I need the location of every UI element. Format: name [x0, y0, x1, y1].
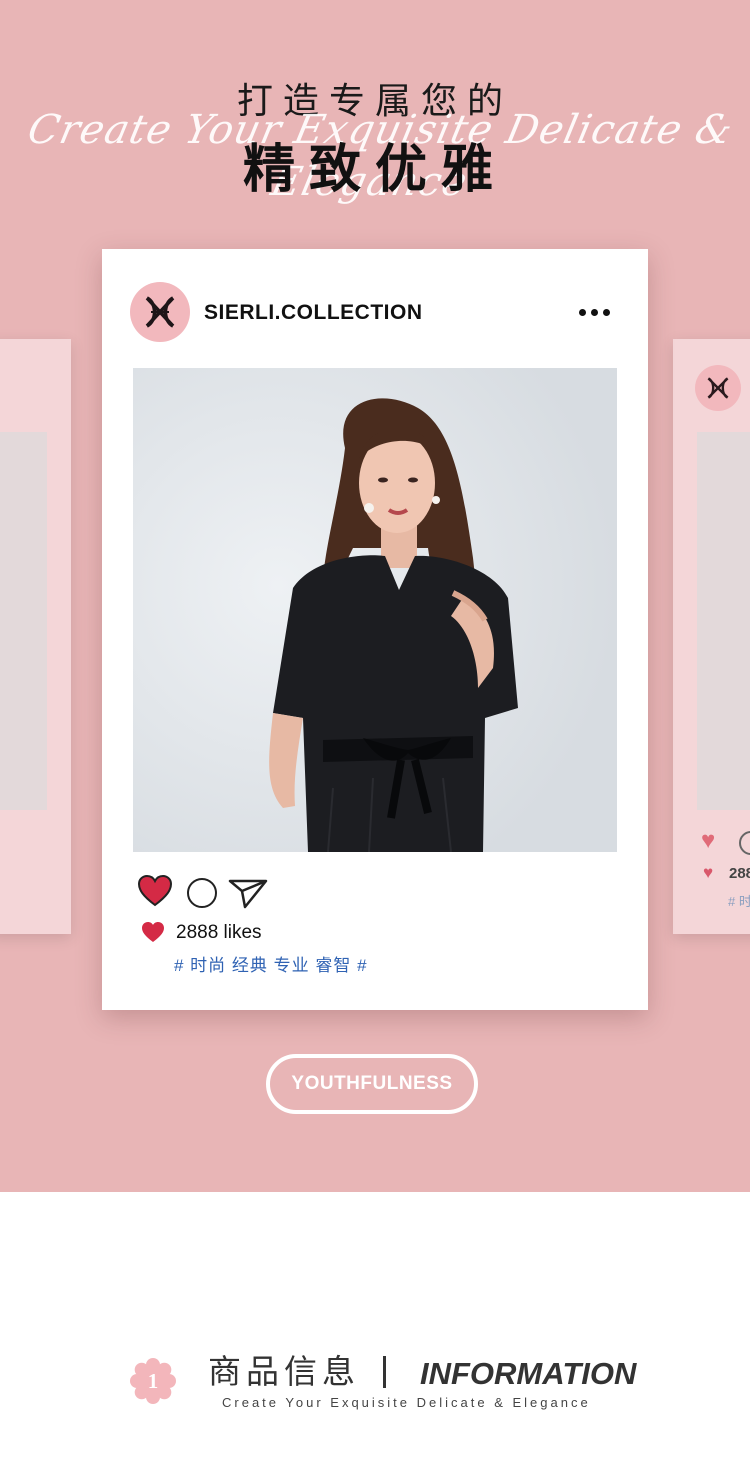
likes-heart-icon [142, 922, 164, 942]
comment-icon[interactable] [187, 878, 217, 908]
post-card: SIERLI.COLLECTION 2888 likes # 时尚 经典 专业 … [102, 249, 648, 1010]
ghost-photo-placeholder [0, 432, 47, 810]
model-photo-illustration [133, 368, 617, 852]
ghost-likes-count: 288 [729, 865, 750, 882]
like-heart-icon[interactable] [137, 874, 173, 908]
ghost-heart-icon: ♥ [701, 827, 716, 854]
ghost-like-heart-icon: ♥ [703, 863, 714, 882]
ghost-avatar [695, 365, 741, 411]
section-divider [383, 1356, 386, 1388]
youthfulness-tag-button[interactable]: YOUTHFULNESS [266, 1054, 478, 1114]
flower-number-badge-icon: 1 [130, 1358, 176, 1404]
avatar[interactable] [130, 282, 190, 342]
badge-number: 1 [148, 1369, 159, 1393]
ghost-comment-icon [739, 831, 750, 855]
section-title-cn: 商品信息 [208, 1352, 360, 1391]
brand-logo-icon [707, 377, 729, 399]
brand-logo-icon [145, 296, 175, 328]
ghost-card-right: ♥ ♥ 288 # 时 [673, 339, 750, 934]
ghost-tags: # 时 [728, 894, 750, 909]
hero-title-main: 精致优雅 [242, 140, 507, 200]
post-photo [133, 368, 617, 852]
section-subtitle: Create Your Exquisite Delicate & Eleganc… [222, 1395, 591, 1410]
ghost-card-left [0, 339, 71, 934]
share-send-icon[interactable] [228, 877, 268, 909]
post-hashtags[interactable]: # 时尚 经典 专业 睿智 # [174, 955, 368, 977]
section-title-en: INFORMATION [420, 1356, 637, 1391]
hero-section: 打造专属您的 Create Your Exquisite Delicate & … [0, 0, 750, 1192]
ghost-photo-placeholder [697, 432, 750, 810]
tag-pill-label: YOUTHFULNESS [291, 1073, 453, 1094]
likes-count: 2888 likes [176, 922, 262, 943]
more-options-icon[interactable] [572, 299, 616, 325]
post-username[interactable]: SIERLI.COLLECTION [204, 300, 423, 326]
